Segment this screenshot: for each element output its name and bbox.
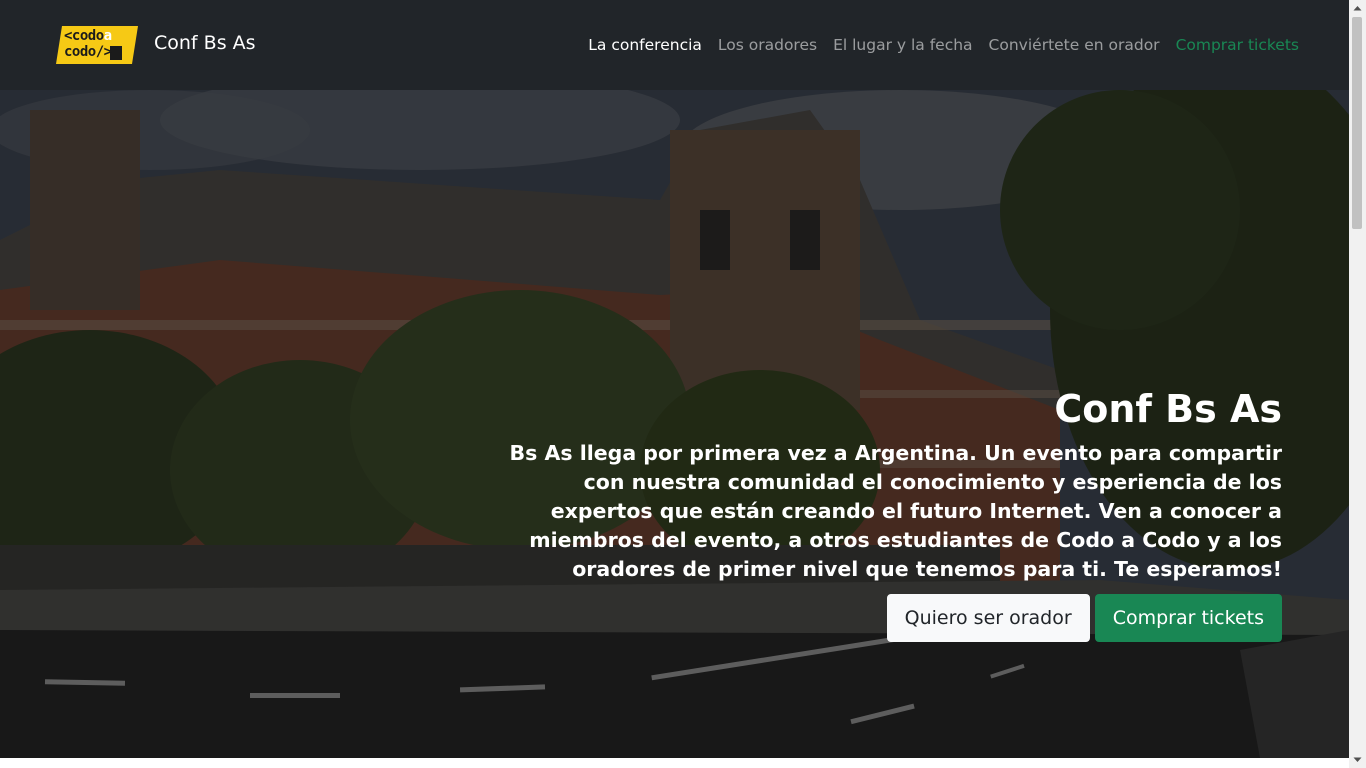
nav-link-la-conferencia[interactable]: La conferencia <box>588 35 702 55</box>
comprar-tickets-button[interactable]: Comprar tickets <box>1094 594 1282 642</box>
page-bottom-strip <box>0 758 1349 768</box>
logo-line-1: <codoa <box>64 28 112 44</box>
page: <codoa codo/> Conf Bs As La conferencia … <box>0 0 1366 768</box>
vertical-scrollbar[interactable] <box>1349 0 1366 768</box>
hero-buttons: Quiero ser orador Comprar tickets <box>482 594 1282 642</box>
navbar: <codoa codo/> Conf Bs As La conferencia … <box>0 0 1349 90</box>
nav-links: La conferencia Los oradores El lugar y l… <box>588 35 1299 55</box>
quiero-ser-orador-button[interactable]: Quiero ser orador <box>886 594 1090 642</box>
brand-title[interactable]: Conf Bs As <box>154 31 256 55</box>
scroll-up-arrow-icon[interactable] <box>1349 0 1366 17</box>
logo-line-2: codo/> <box>64 44 112 60</box>
nav-link-comprar-tickets[interactable]: Comprar tickets <box>1176 35 1299 55</box>
hero-description: Bs As llega por primera vez a Argentina.… <box>509 441 1282 581</box>
nav-link-el-lugar-y-la-fecha[interactable]: El lugar y la fecha <box>833 35 972 55</box>
hero-section: Conf Bs As Bs As llega por primera vez a… <box>0 90 1349 758</box>
hero-title: Conf Bs As <box>1054 387 1282 431</box>
scroll-down-arrow-icon[interactable] <box>1349 751 1366 768</box>
nav-link-los-oradores[interactable]: Los oradores <box>718 35 817 55</box>
scrollbar-thumb[interactable] <box>1352 17 1362 229</box>
nav-link-conviertete-en-orador[interactable]: Conviértete en orador <box>989 35 1160 55</box>
codo-a-codo-logo[interactable]: <codoa codo/> <box>56 26 138 64</box>
hero-content: Conf Bs As Bs As llega por primera vez a… <box>482 385 1282 642</box>
